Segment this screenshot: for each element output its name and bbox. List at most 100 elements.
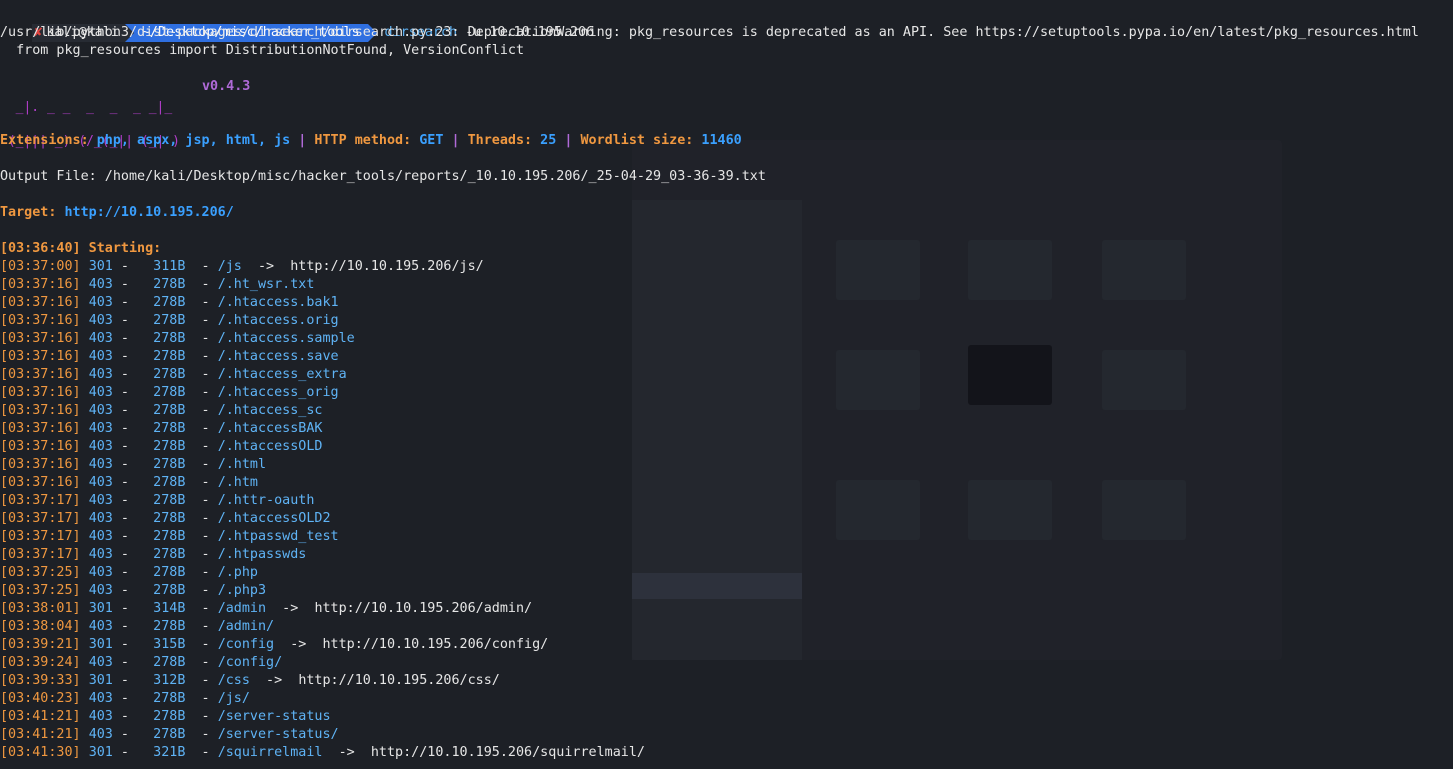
result-timestamp: [03:37:16] — [0, 331, 81, 346]
result-path: /.html — [217, 457, 267, 472]
result-size: 278B — [145, 421, 186, 436]
spacer: - — [185, 691, 218, 706]
result-path: /.htm — [217, 475, 258, 490]
result-size: 278B — [145, 655, 186, 670]
dirsearch-logo: _|. _ _ _ _ _ _|_ (_||| _) (/_(_|| (_| )… — [0, 78, 1453, 148]
spacer: - — [185, 331, 218, 346]
spacer: - — [185, 421, 218, 436]
redirect-arrow: -> — [266, 601, 315, 616]
result-size: 314B — [145, 601, 186, 616]
result-timestamp: [03:38:01] — [0, 601, 81, 616]
result-status-code: 403 — [88, 655, 113, 670]
result-size: 278B — [145, 547, 186, 562]
spacer: - — [185, 277, 218, 292]
result-size: 278B — [145, 619, 186, 634]
spacer: - — [112, 727, 146, 742]
result-size: 278B — [145, 511, 186, 526]
config-separator: | — [443, 133, 468, 148]
result-timestamp: [03:37:16] — [0, 349, 81, 364]
result-status-code: 403 — [88, 727, 113, 742]
result-row: [03:37:17] 403 - 278B - /.htpasswd_test — [0, 528, 1453, 546]
result-path: /config/ — [217, 655, 283, 670]
spacer: - — [112, 601, 146, 616]
result-timestamp: [03:37:16] — [0, 277, 81, 292]
result-status-code: 403 — [88, 439, 113, 454]
target-url: http://10.10.195.206/ — [64, 205, 234, 220]
redirect-arrow: -> — [241, 259, 291, 274]
starting-timestamp: [03:36:40] — [0, 241, 81, 256]
spacer: - — [112, 655, 146, 670]
result-timestamp: [03:41:30] — [0, 745, 81, 760]
result-size: 311B — [145, 259, 186, 274]
result-timestamp: [03:38:04] — [0, 619, 81, 634]
result-path: /.htpasswds — [217, 547, 307, 562]
result-status-code: 403 — [88, 421, 113, 436]
result-timestamp: [03:37:16] — [0, 439, 81, 454]
result-timestamp: [03:37:16] — [0, 367, 81, 382]
result-size: 278B — [145, 439, 186, 454]
result-row: [03:37:17] 403 - 278B - /.htpasswds — [0, 546, 1453, 564]
spacer: - — [112, 457, 146, 472]
spacer: - — [185, 709, 218, 724]
wordlist-label: Wordlist size: — [580, 133, 702, 148]
threads-label: Threads: — [467, 133, 541, 148]
result-row: [03:37:16] 403 - 278B - /.htm — [0, 474, 1453, 492]
wordlist-value: 11460 — [701, 133, 742, 148]
result-row: [03:41:30] 301 - 321B - /squirrelmail ->… — [0, 744, 1453, 762]
extensions-label: Extensions: — [0, 133, 97, 148]
spacer: - — [112, 745, 146, 760]
spacer: - — [185, 619, 218, 634]
result-path: /js/ — [217, 691, 250, 706]
extensions-value: php, aspx, jsp, html, js — [96, 133, 291, 148]
result-size: 315B — [145, 637, 186, 652]
result-path: /.htpasswd_test — [217, 529, 339, 544]
spacer: - — [185, 511, 218, 526]
output-file-line: Output File: /home/kali/Desktop/misc/hac… — [0, 169, 766, 184]
result-timestamp: [03:37:17] — [0, 529, 81, 544]
result-row: [03:37:16] 403 - 278B - /.htaccess_extra — [0, 366, 1453, 384]
spacer: - — [112, 331, 146, 346]
result-row: [03:37:16] 403 - 278B - /.htaccessBAK — [0, 420, 1453, 438]
result-redirect-url: http://10.10.195.206/squirrelmail/ — [370, 745, 645, 760]
result-status-code: 403 — [88, 331, 113, 346]
result-redirect-url: http://10.10.195.206/config/ — [322, 637, 549, 652]
spacer: - — [185, 349, 218, 364]
result-path: /.php3 — [217, 583, 267, 598]
spacer: - — [112, 511, 146, 526]
result-row: [03:38:01] 301 - 314B - /admin -> http:/… — [0, 600, 1453, 618]
warning-line: /usr/lib/python3/dist-packages/dirsearch… — [0, 25, 1419, 40]
spacer: - — [185, 601, 218, 616]
results-list: [03:37:00] 301 - 311B - /js -> http://10… — [0, 258, 1453, 762]
spacer: - — [112, 637, 146, 652]
result-size: 321B — [145, 745, 186, 760]
result-row: [03:37:00] 301 - 311B - /js -> http://10… — [0, 258, 1453, 276]
result-size: 278B — [145, 709, 186, 724]
result-size: 278B — [145, 313, 186, 328]
method-value: GET — [419, 133, 444, 148]
spacer: - — [185, 313, 218, 328]
result-redirect-url: http://10.10.195.206/admin/ — [314, 601, 533, 616]
result-row: [03:37:16] 403 - 278B - /.htaccess.save — [0, 348, 1453, 366]
result-path: /.htaccess_sc — [217, 403, 323, 418]
result-timestamp: [03:37:16] — [0, 403, 81, 418]
result-status-code: 301 — [88, 259, 113, 274]
spacer: - — [112, 475, 146, 490]
result-path: /admin — [217, 601, 267, 616]
result-timestamp: [03:37:25] — [0, 565, 81, 580]
spacer: - — [112, 403, 146, 418]
result-size: 278B — [145, 385, 186, 400]
result-path: /.htaccessOLD — [217, 439, 323, 454]
spacer: - — [112, 709, 146, 724]
spacer: - — [112, 673, 146, 688]
result-size: 278B — [145, 331, 186, 346]
